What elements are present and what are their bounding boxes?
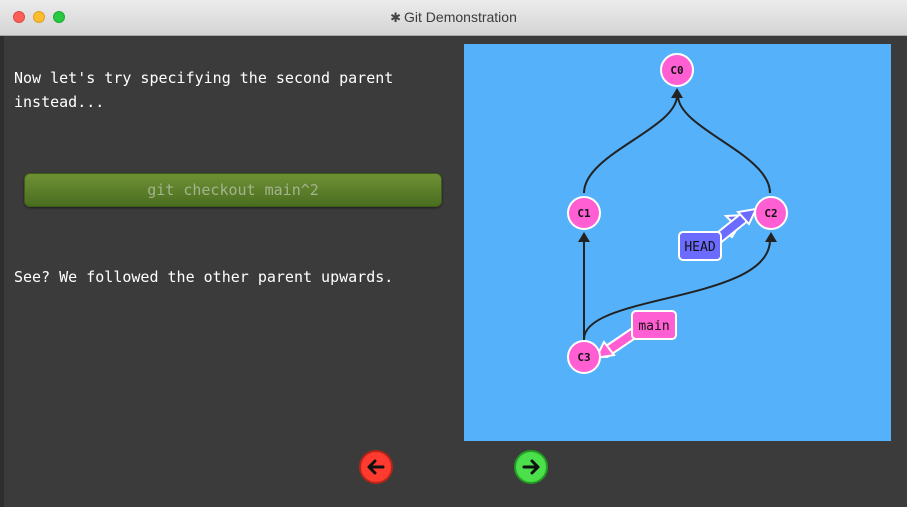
title-bar: ✱ Git Demonstration (0, 0, 907, 36)
edge-arrowhead-c0 (671, 88, 683, 98)
back-button[interactable] (359, 450, 393, 484)
gear-icon: ✱ (390, 10, 402, 25)
edge-arrowhead-c2 (765, 232, 777, 242)
arrow-right-icon (522, 459, 540, 475)
commit-label-c2: C2 (764, 207, 777, 220)
head-label: HEAD (684, 240, 715, 255)
edge-c1-c0 (583, 95, 678, 194)
commit-c2[interactable]: C2 (754, 196, 788, 230)
main-label: main (638, 319, 669, 334)
head-branch[interactable]: HEAD (678, 207, 758, 261)
instructions-pane: Now let's try specifying the second pare… (0, 36, 460, 507)
window-title-area: ✱ Git Demonstration (0, 0, 907, 35)
commit-c0[interactable]: C0 (660, 53, 694, 87)
commit-label-c1: C1 (577, 207, 591, 220)
result-paragraph: See? We followed the other parent upward… (14, 268, 394, 286)
main-branch[interactable]: main (594, 310, 677, 360)
commit-label-c0: C0 (670, 64, 683, 77)
commit-c1[interactable]: C1 (567, 196, 601, 230)
commit-label-c3: C3 (577, 351, 590, 364)
window-title: Git Demonstration (404, 9, 517, 25)
git-graph: HEAD main C0 C1 C2 C3 (567, 53, 788, 374)
edge-arrowhead-c1 (578, 232, 590, 242)
edge-c2-c0 (677, 95, 771, 194)
arrow-left-icon (367, 459, 385, 475)
commit-c3[interactable]: C3 (567, 340, 601, 374)
app-window: ✱ Git Demonstration Now let's try specify… (0, 0, 907, 507)
intro-paragraph: Now let's try specifying the second pare… (14, 69, 394, 111)
forward-button[interactable] (514, 450, 548, 484)
git-graph-canvas: HEAD main C0 C1 C2 C3 (464, 44, 891, 441)
command-button[interactable]: git checkout main^2 (24, 173, 442, 207)
